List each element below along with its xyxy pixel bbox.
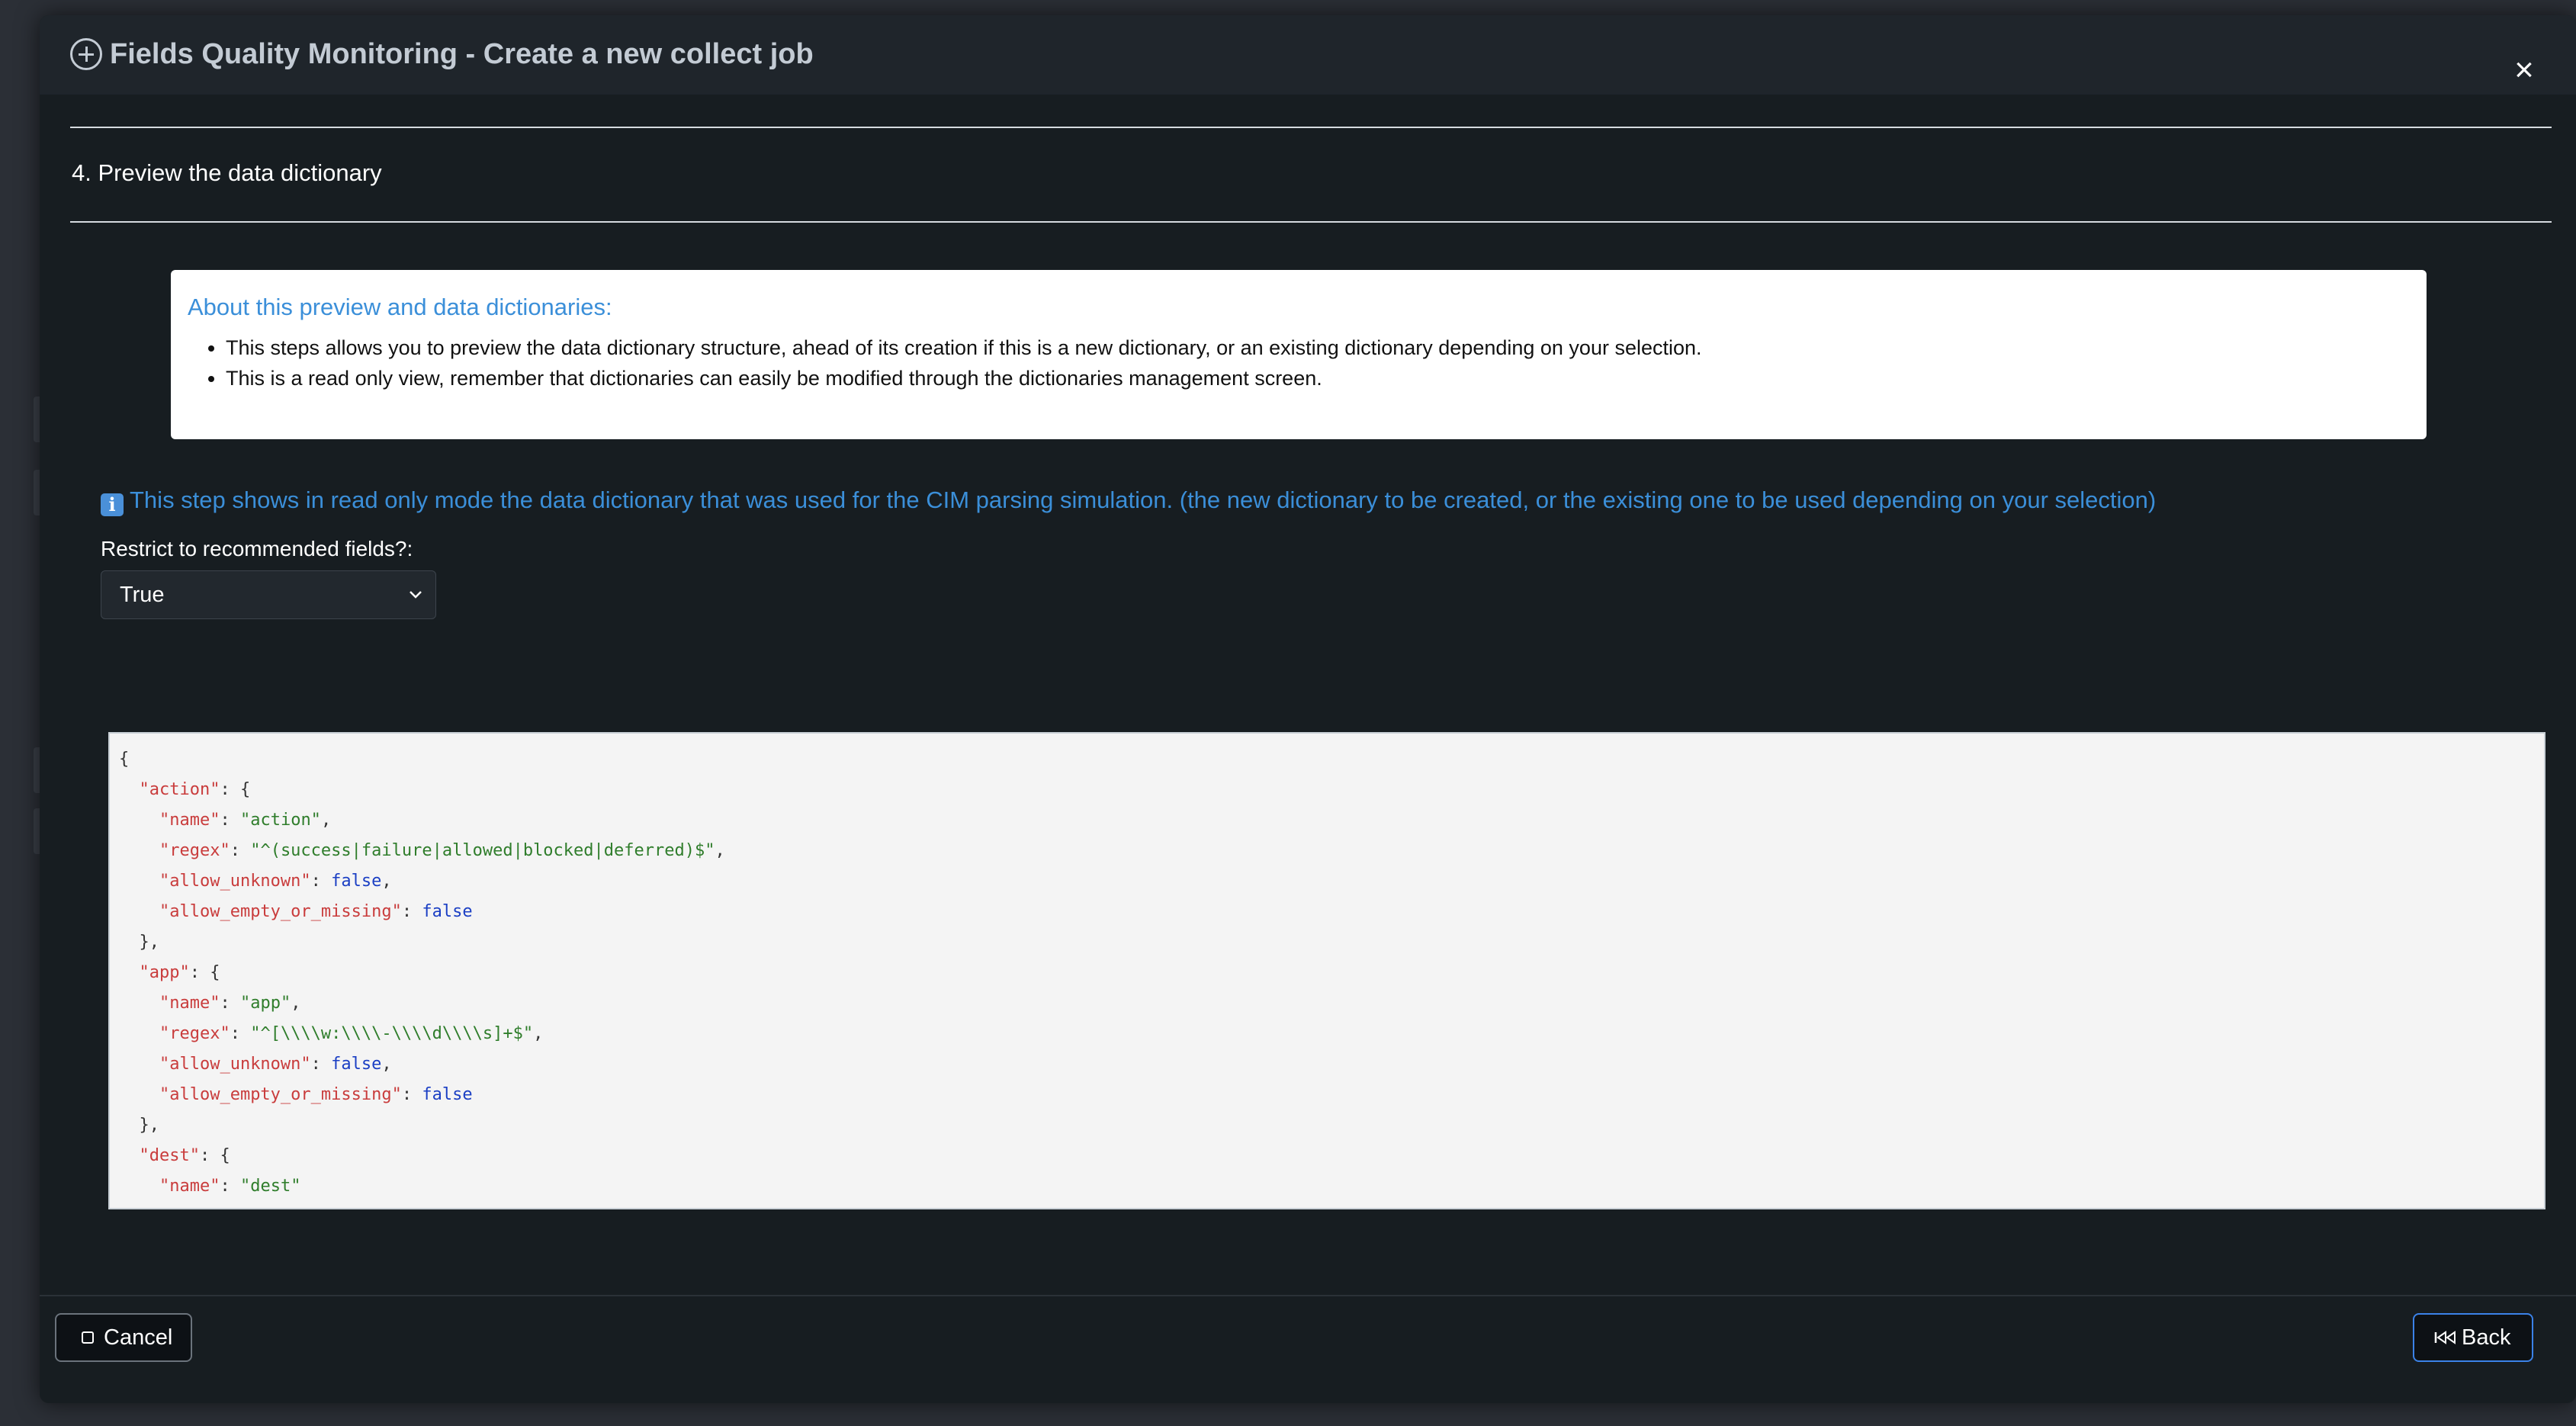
info-box-title: About this preview and data dictionaries…: [188, 294, 612, 320]
info-list-item: This is a read only view, remember that …: [226, 363, 1702, 393]
info-icon: i: [101, 493, 124, 516]
info-list-item: This steps allows you to preview the dat…: [226, 332, 1702, 363]
back-label: Back: [2462, 1325, 2511, 1350]
skip-back-icon: [2434, 1331, 2456, 1344]
restrict-fields-label: Restrict to recommended fields?:: [101, 537, 413, 560]
divider: [70, 221, 2552, 223]
hint-text-row: i This step shows in read only mode the d…: [101, 483, 2156, 517]
plus-circle-icon: [70, 38, 102, 70]
hint-text: This step shows in read only mode the da…: [130, 487, 2157, 513]
chevron-down-icon: [410, 591, 422, 599]
footer-divider: [40, 1295, 2576, 1296]
divider: [70, 127, 2552, 128]
collect-job-modal: Fields Quality Monitoring - Create a new…: [40, 15, 2576, 1403]
restrict-fields-select[interactable]: True: [101, 570, 436, 619]
close-button[interactable]: ×: [2509, 53, 2539, 87]
json-code: { "action": { "name": "action", "regex":…: [119, 750, 725, 1208]
square-icon: [82, 1331, 94, 1344]
dictionary-json-preview[interactable]: { "action": { "name": "action", "regex":…: [108, 732, 2545, 1209]
modal-header: Fields Quality Monitoring - Create a new…: [40, 15, 2576, 95]
cancel-label: Cancel: [104, 1325, 173, 1350]
info-list: This steps allows you to preview the dat…: [188, 332, 1702, 393]
info-box: About this preview and data dictionaries…: [171, 270, 2427, 439]
restrict-fields-value: True: [120, 583, 165, 607]
cancel-button[interactable]: Cancel: [55, 1313, 192, 1362]
back-button[interactable]: Back: [2413, 1313, 2533, 1362]
modal-title: Fields Quality Monitoring - Create a new…: [110, 38, 814, 70]
step-title: 4. Preview the data dictionary: [72, 159, 382, 186]
